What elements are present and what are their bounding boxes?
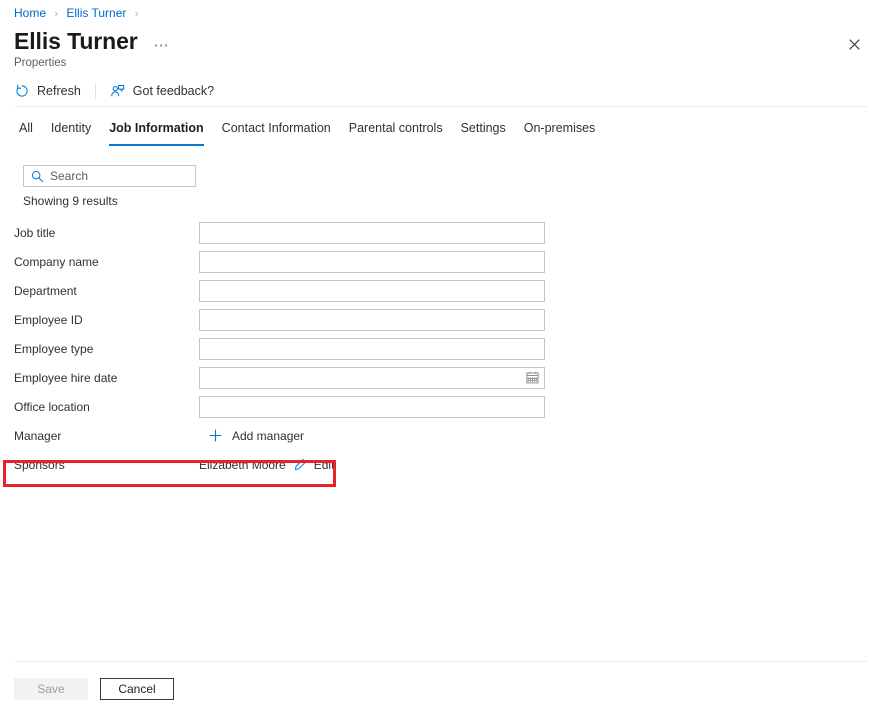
field-row-sponsors: Sponsors Elizabeth Moore Edit (0, 450, 881, 479)
field-row-company-name: Company name (0, 247, 881, 276)
form-actions: Save Cancel (14, 678, 174, 700)
breadcrumb-item-home[interactable]: Home (14, 6, 46, 20)
office-location-label: Office location (14, 392, 90, 421)
employee-id-input[interactable] (199, 309, 545, 331)
tab-job-information[interactable]: Job Information (100, 120, 212, 146)
calendar-button[interactable] (520, 368, 544, 388)
close-button[interactable] (841, 31, 867, 57)
breadcrumb-separator-icon: › (135, 8, 139, 20)
job-title-label: Job title (14, 218, 55, 247)
more-options-icon[interactable]: ⋯ (154, 41, 170, 51)
tab-bar: All Identity Job Information Contact Inf… (10, 120, 604, 146)
employee-type-label: Employee type (14, 334, 93, 363)
edit-sponsors-button[interactable]: Edit (294, 458, 335, 472)
search-input[interactable] (50, 167, 205, 185)
save-button[interactable]: Save (14, 678, 88, 700)
refresh-icon (14, 83, 30, 99)
department-label: Department (14, 276, 77, 305)
job-title-input[interactable] (199, 222, 545, 244)
sponsors-value: Elizabeth Moore (199, 458, 286, 472)
breadcrumb-separator-icon: › (54, 8, 58, 20)
calendar-icon (526, 371, 539, 384)
feedback-person-icon (110, 83, 126, 99)
department-input[interactable] (199, 280, 545, 302)
command-bar: Refresh Got feedback? (14, 80, 214, 102)
employee-id-label: Employee ID (14, 305, 83, 334)
add-manager-button[interactable]: Add manager (199, 428, 304, 444)
page-title: Ellis Turner (14, 28, 138, 54)
breadcrumb: Home › Ellis Turner › (14, 5, 143, 22)
tab-parental-controls[interactable]: Parental controls (340, 120, 452, 146)
tab-on-premises[interactable]: On-premises (515, 120, 605, 146)
command-bar-divider (95, 83, 96, 99)
tab-identity[interactable]: Identity (42, 120, 100, 146)
sponsors-label: Sponsors (14, 450, 65, 479)
toolbar-divider (14, 106, 867, 107)
page-title-row: Ellis Turner ⋯ (14, 28, 170, 54)
page-subtitle: Properties (14, 56, 66, 70)
tab-settings[interactable]: Settings (452, 120, 515, 146)
field-row-employee-hire-date: Employee hire date (0, 363, 881, 392)
pencil-icon (294, 458, 308, 472)
search-icon (24, 170, 50, 183)
breadcrumb-item-ellis-turner[interactable]: Ellis Turner (66, 6, 126, 20)
employee-hire-date-input[interactable] (200, 369, 520, 387)
add-manager-label: Add manager (232, 429, 304, 443)
got-feedback-button[interactable]: Got feedback? (110, 80, 214, 102)
tab-contact-information[interactable]: Contact Information (213, 120, 340, 146)
close-icon (849, 39, 860, 50)
employee-type-input[interactable] (199, 338, 545, 360)
employee-hire-date-label: Employee hire date (14, 363, 117, 392)
field-row-manager: Manager Add manager (0, 421, 881, 450)
got-feedback-label: Got feedback? (133, 84, 214, 98)
job-information-form: Job title Company name Department Employ… (0, 218, 881, 479)
manager-label: Manager (14, 421, 61, 450)
field-row-department: Department (0, 276, 881, 305)
field-row-office-location: Office location (0, 392, 881, 421)
field-row-employee-type: Employee type (0, 334, 881, 363)
plus-icon (207, 428, 223, 444)
search-box[interactable] (23, 165, 196, 187)
edit-sponsors-label: Edit (314, 458, 335, 472)
cancel-button[interactable]: Cancel (100, 678, 174, 700)
office-location-input[interactable] (199, 396, 545, 418)
field-row-employee-id: Employee ID (0, 305, 881, 334)
field-row-job-title: Job title (0, 218, 881, 247)
footer-divider (14, 661, 867, 662)
employee-hire-date-picker[interactable] (199, 367, 545, 389)
sponsors-value-group: Elizabeth Moore Edit (199, 458, 334, 472)
company-name-input[interactable] (199, 251, 545, 273)
tab-all[interactable]: All (10, 120, 42, 146)
refresh-label: Refresh (37, 84, 81, 98)
company-name-label: Company name (14, 247, 99, 276)
results-count: Showing 9 results (23, 193, 118, 209)
refresh-button[interactable]: Refresh (14, 80, 81, 102)
